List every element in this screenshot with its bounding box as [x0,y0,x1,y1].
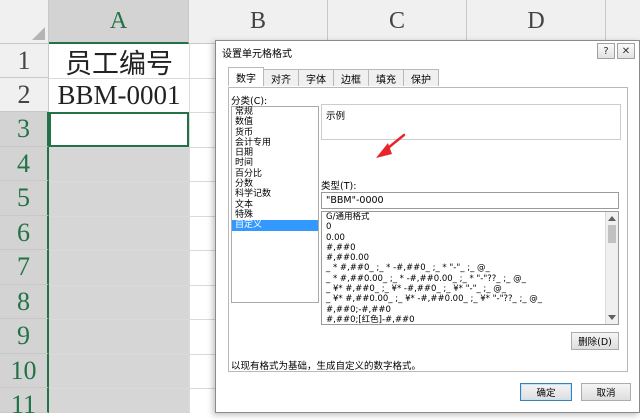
tab-number[interactable]: 数字 [228,67,264,86]
annotation-arrow-icon [376,133,406,158]
